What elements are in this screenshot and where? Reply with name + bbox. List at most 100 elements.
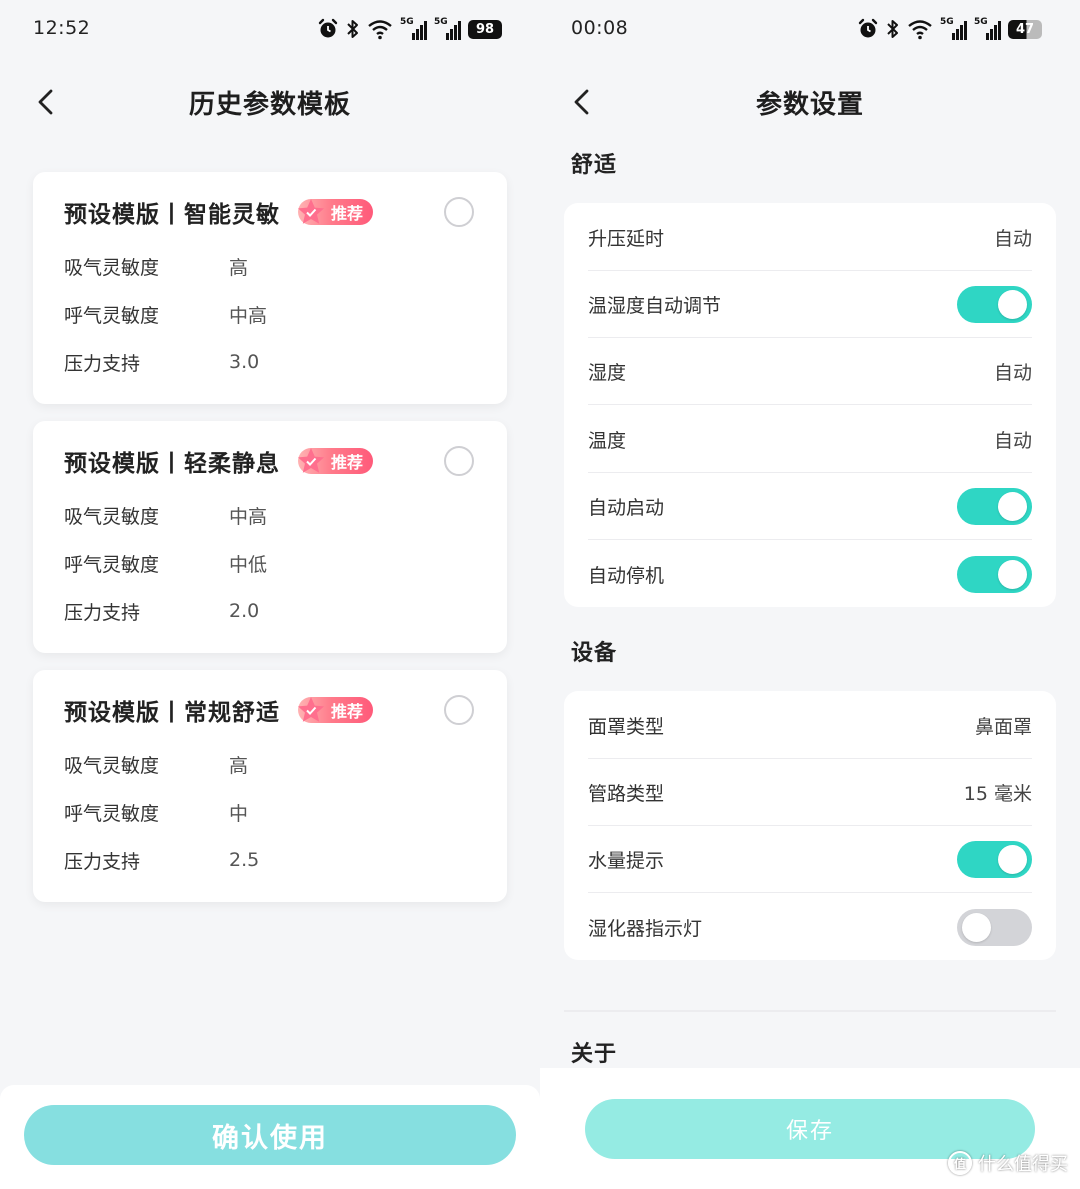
param-label: 吸气灵敏度 <box>64 505 160 528</box>
param-label: 呼气灵敏度 <box>64 304 160 327</box>
alarm-icon <box>857 17 879 41</box>
signal-icon: 5G <box>434 17 461 40</box>
param-value: 高 <box>229 754 249 777</box>
status-time: 00:08 <box>571 17 629 39</box>
setting-label: 温度 <box>588 429 627 452</box>
parameter-settings-screen: 00:08 5G 5G 47 参数设置 舒适 升压延时 自动 温湿度自动调节 湿… <box>540 0 1080 1189</box>
setting-label: 湿化器指示灯 <box>588 918 703 940</box>
water-alert-toggle[interactable] <box>957 840 1032 878</box>
recommend-badge: 推荐 <box>298 446 374 476</box>
confirm-button[interactable]: 确认使用 <box>24 1105 516 1165</box>
param-label: 吸气灵敏度 <box>64 754 160 777</box>
section-title-device: 设备 <box>571 641 618 666</box>
param-label: 吸气灵敏度 <box>64 256 160 279</box>
setting-label: 自动启动 <box>588 496 665 519</box>
param-label: 呼气灵敏度 <box>64 553 160 576</box>
setting-label: 温湿度自动调节 <box>588 294 722 317</box>
comfort-group: 升压延时 自动 温湿度自动调节 湿度 自动 温度 自动 自动启动 自动停机 <box>564 203 1056 607</box>
device-group: 面罩类型 鼻面罩 管路类型 15 毫米 水量提示 湿化器指示灯 <box>564 691 1056 960</box>
auto-climate-toggle[interactable] <box>957 285 1032 323</box>
humidifier-light-toggle[interactable] <box>957 909 1032 946</box>
template-card[interactable]: 预设模版丨常规舒适 推荐 吸气灵敏度 高 呼气灵敏度 中 压力支持 2.5 <box>33 670 507 902</box>
star-icon <box>298 199 324 224</box>
status-icons: 5G 5G 98 <box>317 16 502 42</box>
card-title-row: 预设模版丨轻柔静息 推荐 <box>64 445 476 477</box>
card-title: 预设模版丨智能灵敏 <box>64 202 280 228</box>
param-value: 中高 <box>229 505 268 528</box>
status-bar: 00:08 5G 5G 47 <box>540 0 1080 60</box>
signal-icon: 5G <box>940 17 967 40</box>
page-title: 历史参数模板 <box>188 90 351 120</box>
recommend-badge: 推荐 <box>298 197 374 227</box>
setting-value: 自动 <box>993 361 1032 384</box>
param-row: 吸气灵敏度 高 <box>64 749 248 779</box>
battery-indicator: 47 <box>1008 19 1042 39</box>
param-row: 呼气灵敏度 中低 <box>64 548 267 578</box>
status-bar: 12:52 5G 5G 98 <box>0 0 540 60</box>
param-row: 呼气灵敏度 中高 <box>64 299 267 329</box>
star-icon <box>298 448 324 473</box>
section-title-about: 关于 <box>571 1042 618 1067</box>
status-time: 12:52 <box>33 17 91 39</box>
setting-label: 自动停机 <box>588 565 665 587</box>
setting-auto-start: 自动启动 <box>588 473 1032 540</box>
signal-icon: 5G <box>400 17 427 40</box>
select-radio[interactable] <box>444 446 474 476</box>
setting-mask-type[interactable]: 面罩类型 鼻面罩 <box>588 692 1032 759</box>
card-title: 预设模版丨轻柔静息 <box>64 451 280 477</box>
bluetooth-icon <box>346 17 360 41</box>
setting-humidifier-light: 湿化器指示灯 <box>588 894 1032 961</box>
history-template-screen: 12:52 5G 5G 98 历史参数模板 预设模版丨智能灵敏 推荐 吸气灵敏度… <box>0 0 540 1189</box>
param-value: 高 <box>229 256 249 279</box>
param-row: 压力支持 3.0 <box>64 347 259 377</box>
setting-auto-stop: 自动停机 <box>588 541 1032 608</box>
setting-value: 自动 <box>993 227 1032 250</box>
setting-humidity[interactable]: 湿度 自动 <box>588 338 1032 405</box>
watermark-logo-icon: 值 <box>948 1151 972 1175</box>
page-header: 参数设置 <box>540 70 1080 134</box>
auto-start-toggle[interactable] <box>957 487 1032 525</box>
setting-label: 升压延时 <box>588 227 665 250</box>
param-label: 压力支持 <box>64 352 141 375</box>
param-label: 呼气灵敏度 <box>64 802 160 825</box>
param-row: 吸气灵敏度 高 <box>64 251 248 281</box>
card-title-row: 预设模版丨智能灵敏 推荐 <box>64 196 476 228</box>
param-row: 压力支持 2.5 <box>64 845 259 875</box>
setting-boost-delay[interactable]: 升压延时 自动 <box>588 204 1032 271</box>
param-row: 呼气灵敏度 中 <box>64 797 248 827</box>
setting-tube-type[interactable]: 管路类型 15 毫米 <box>588 759 1032 826</box>
setting-auto-climate: 温湿度自动调节 <box>588 271 1032 338</box>
param-value: 中 <box>229 802 249 825</box>
card-title-row: 预设模版丨常规舒适 推荐 <box>64 694 476 726</box>
param-value: 中低 <box>229 553 268 576</box>
recommend-badge: 推荐 <box>298 695 374 725</box>
page-title: 参数设置 <box>755 90 864 120</box>
page-header: 历史参数模板 <box>0 70 540 134</box>
watermark-text: 什么值得买 <box>978 1154 1068 1175</box>
template-card[interactable]: 预设模版丨智能灵敏 推荐 吸气灵敏度 高 呼气灵敏度 中高 压力支持 3.0 <box>33 172 507 404</box>
setting-label: 湿度 <box>588 361 627 384</box>
param-value: 中高 <box>229 304 268 327</box>
param-row: 压力支持 2.0 <box>64 596 259 626</box>
signal-icon: 5G <box>974 17 1001 40</box>
select-radio[interactable] <box>444 197 474 227</box>
status-icons: 5G 5G 47 <box>857 16 1042 42</box>
wifi-icon <box>907 17 933 41</box>
setting-temperature[interactable]: 温度 自动 <box>588 406 1032 473</box>
param-value: 2.0 <box>229 600 260 622</box>
template-card[interactable]: 预设模版丨轻柔静息 推荐 吸气灵敏度 中高 呼气灵敏度 中低 压力支持 2.0 <box>33 421 507 653</box>
setting-water-alert: 水量提示 <box>588 826 1032 893</box>
divider <box>564 1010 1056 1012</box>
param-row: 吸气灵敏度 中高 <box>64 500 267 530</box>
bluetooth-icon <box>886 17 900 41</box>
setting-label: 面罩类型 <box>588 715 665 738</box>
auto-stop-toggle[interactable] <box>957 556 1032 593</box>
watermark: 值 什么值得买 <box>948 1150 1068 1176</box>
battery-indicator: 98 <box>468 19 502 39</box>
alarm-icon <box>317 17 339 41</box>
select-radio[interactable] <box>444 695 474 725</box>
star-icon <box>298 697 324 722</box>
setting-value: 自动 <box>993 429 1032 452</box>
setting-label: 管路类型 <box>588 782 665 805</box>
param-value: 3.0 <box>229 351 260 373</box>
